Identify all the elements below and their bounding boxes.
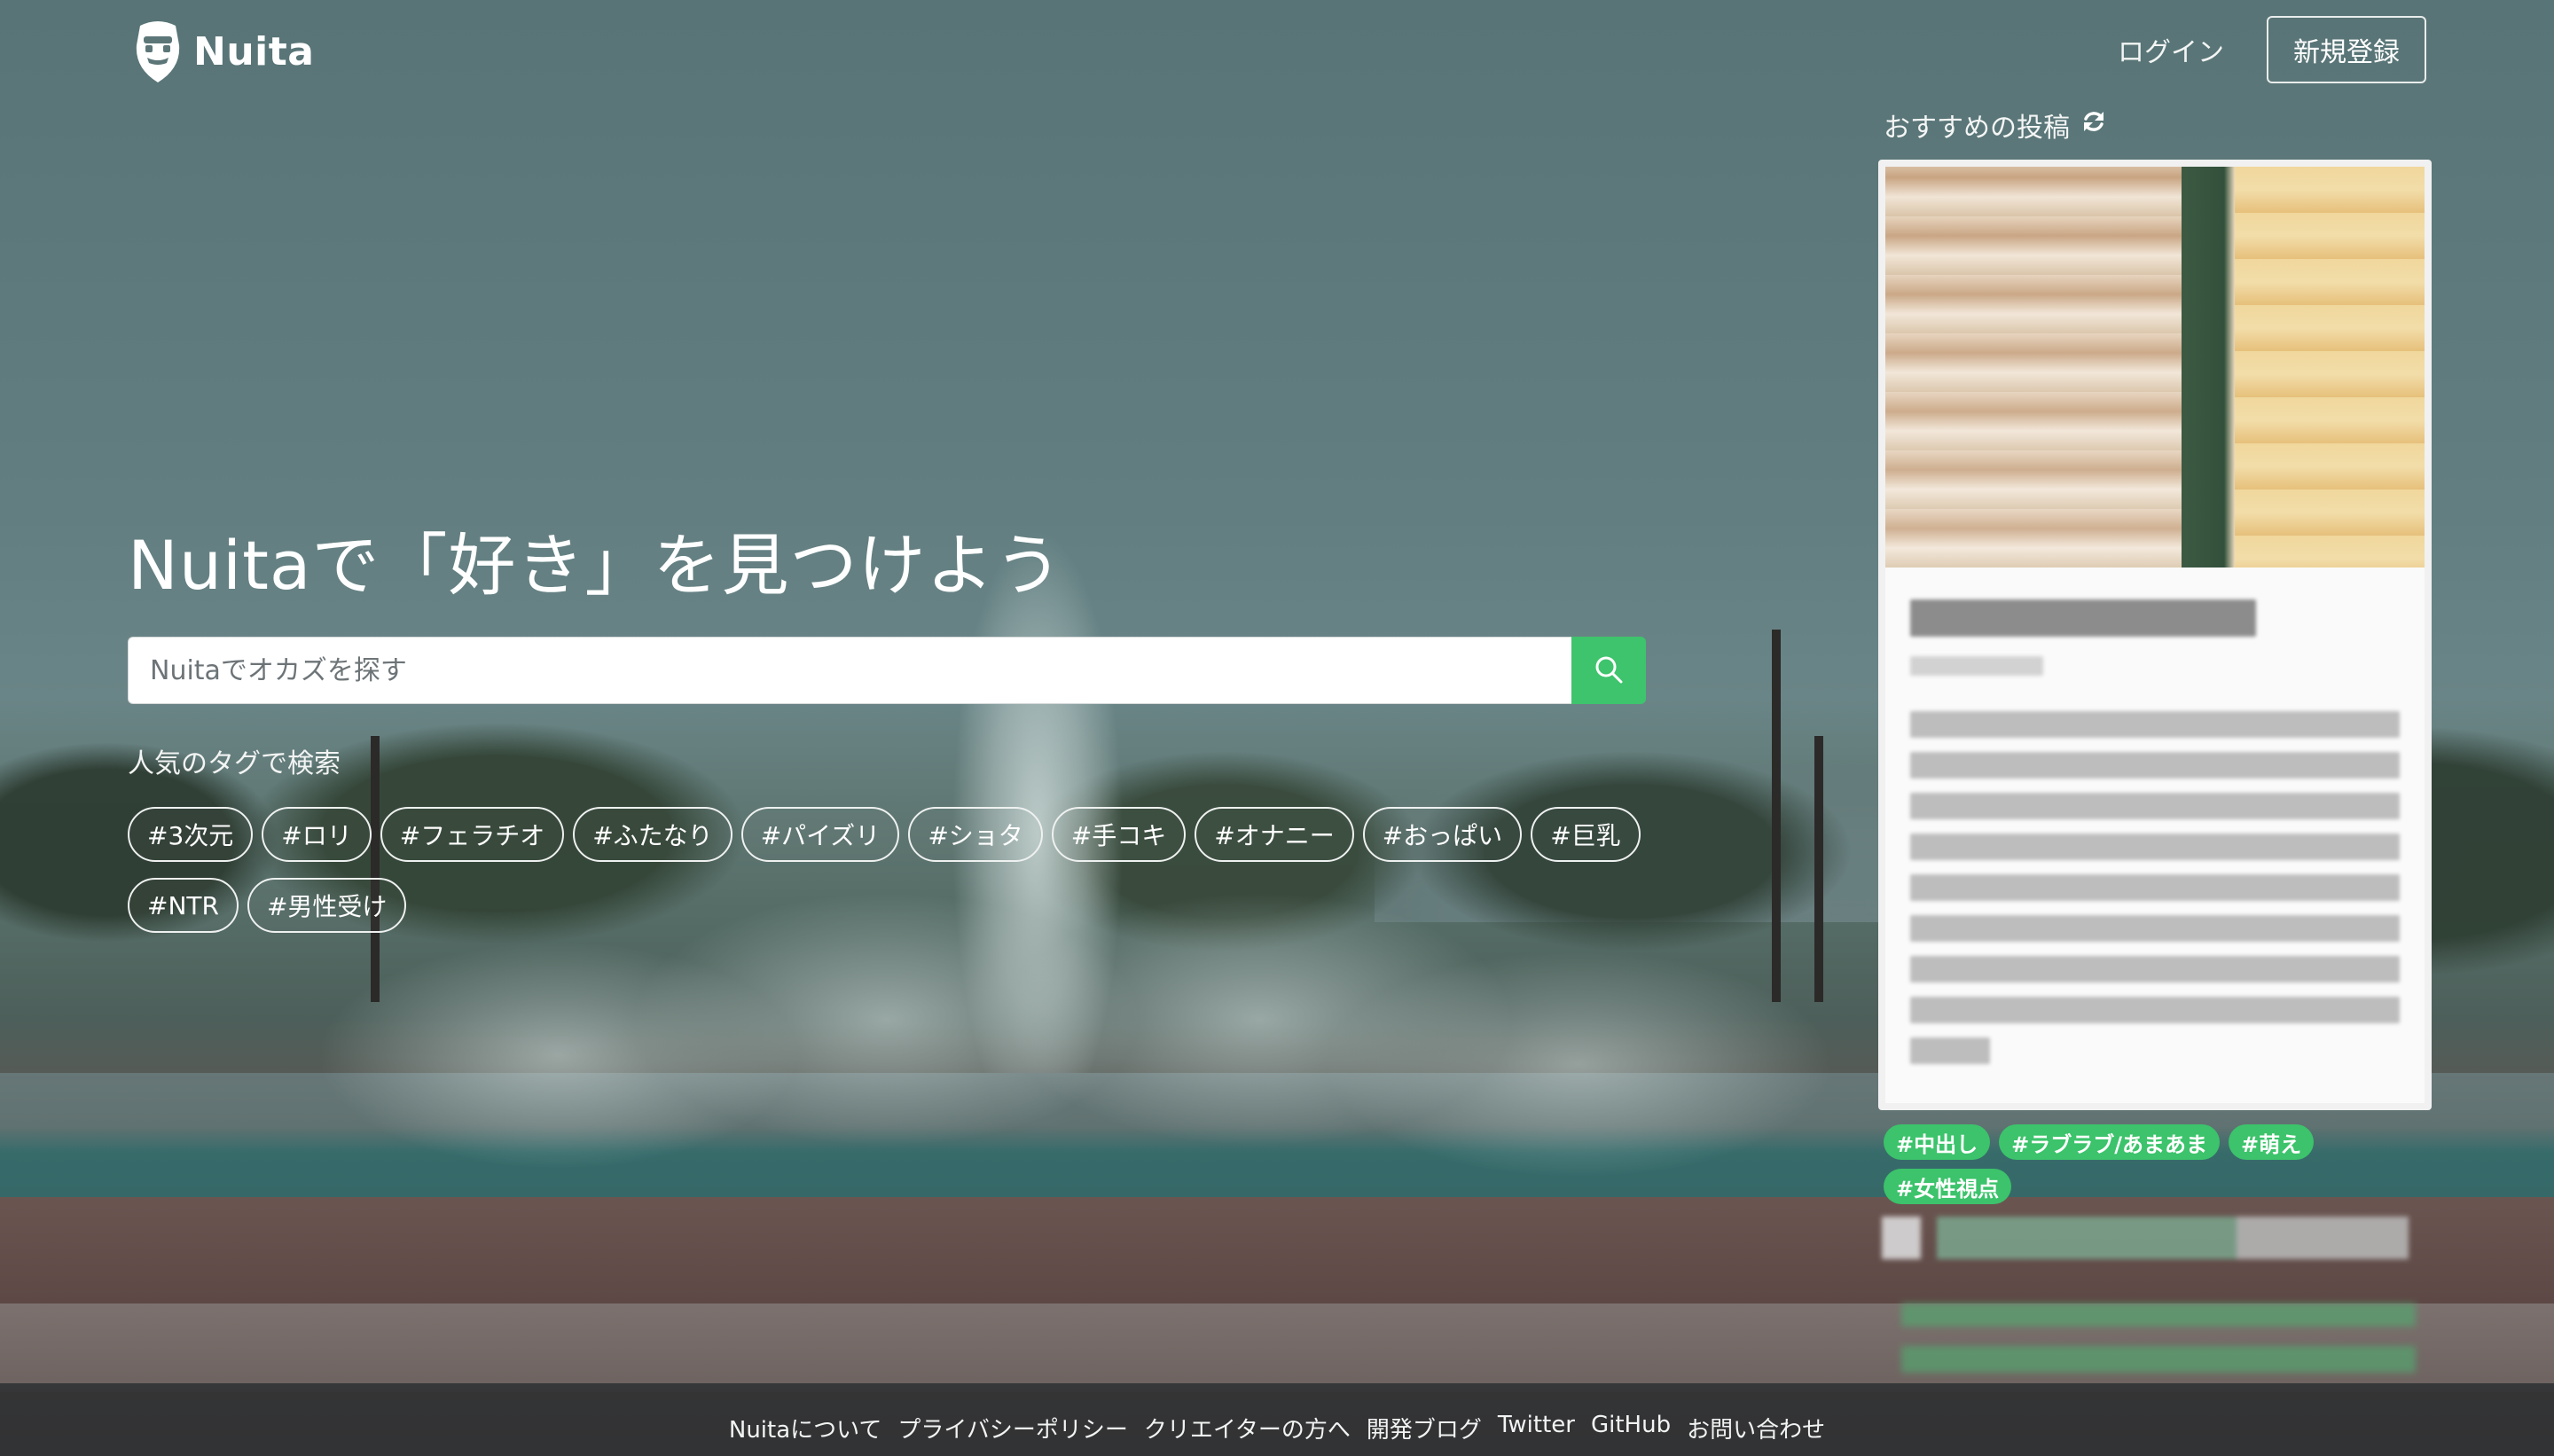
recommended-post-tags: #中出し #ラブラブ/あまあま #萌え #女性視点 [1884,1124,2433,1204]
tag-loli[interactable]: #ロリ [262,807,372,862]
tag-paizuri[interactable]: #パイズリ [740,807,900,862]
thumbnail-divider [2182,167,2235,568]
post-body-blurred [1910,711,2400,738]
tag-futanari[interactable]: #ふたなり [573,807,733,862]
post-body-blurred [1910,834,2400,860]
logo-text: Nuita [193,28,315,74]
post-tag-female-pov[interactable]: #女性視点 [1884,1169,2012,1204]
post-title-blurred [1910,599,2256,637]
tag-oppai[interactable]: #おっぱい [1362,807,1523,862]
recommended-heading: おすすめの投稿 [1884,103,2107,147]
hero-title: Nuitaで「好き」を見つけよう [128,526,1063,605]
footer-link-dev-blog[interactable]: 開発ブログ [1367,1412,1482,1444]
tag-fellatio[interactable]: #フェラチオ [380,807,565,862]
bearded-face-icon [131,19,184,84]
background-lamp [1772,630,1781,1002]
login-link[interactable]: ログイン [2118,27,2224,73]
search-form [128,637,1646,704]
recommended-heading-label: おすすめの投稿 [1884,113,2070,144]
tag-tekoki[interactable]: #手コキ [1051,807,1187,862]
signup-button[interactable]: 新規登録 [2267,16,2426,83]
post-tag-nakadashi[interactable]: #中出し [1884,1124,1991,1160]
post-body-blurred [1910,752,2400,779]
popular-tags-heading: 人気のタグで検索 [128,748,341,779]
post-body-blurred [1910,874,2400,901]
footer-link-contact[interactable]: お問い合わせ [1687,1412,1825,1444]
post-author-blurred [1910,656,2043,676]
footer-link-twitter[interactable]: Twitter [1498,1412,1575,1444]
logo[interactable]: Nuita [131,18,314,85]
search-icon [1593,654,1625,688]
post-tag-moe[interactable]: #萌え [2228,1124,2315,1160]
post-extra-blurred [1901,1303,2416,1373]
footer-link-about[interactable]: Nuitaについて [729,1412,882,1444]
search-input[interactable] [128,637,1571,704]
footer-link-privacy[interactable]: プライバシーポリシー [897,1412,1127,1444]
popular-tags: #3次元 #ロリ #フェラチオ #ふたなり #パイズリ #ショタ #手コキ #オ… [128,807,1671,933]
tag-3d[interactable]: #3次元 [128,807,254,862]
search-button[interactable] [1571,637,1646,704]
footer-link-github[interactable]: GitHub [1591,1412,1671,1444]
refresh-icon[interactable] [2080,108,2107,142]
tag-shota[interactable]: #ショタ [908,807,1043,862]
post-body-blurred [1910,1037,1990,1064]
tag-onanie[interactable]: #オナニー [1195,807,1354,862]
thumbnail-pane-right [2235,167,2425,568]
footer-link-creators[interactable]: クリエイターの方へ [1144,1412,1351,1444]
post-body-blurred [1910,997,2400,1023]
tag-kyonyu[interactable]: #巨乳 [1531,807,1641,862]
post-tag-lovelove[interactable]: #ラブラブ/あまあま [1999,1124,2220,1160]
tag-ntr[interactable]: #NTR [128,878,239,933]
tag-male-receptive[interactable]: #男性受け [247,878,407,933]
thumbnail-pane-left [1885,167,2182,568]
post-body-blurred [1910,956,2400,982]
footer-nav: Nuitaについて プライバシーポリシー クリエイターの方へ 開発ブログ Twi… [0,1412,2554,1444]
post-body-blurred [1910,915,2400,942]
post-user-blurred [1882,1217,2409,1259]
post-body-blurred [1910,793,2400,819]
recommended-post-card[interactable] [1878,160,2432,1110]
background-lamp [1814,736,1823,1002]
post-thumbnail-pixelated [1885,167,2425,568]
